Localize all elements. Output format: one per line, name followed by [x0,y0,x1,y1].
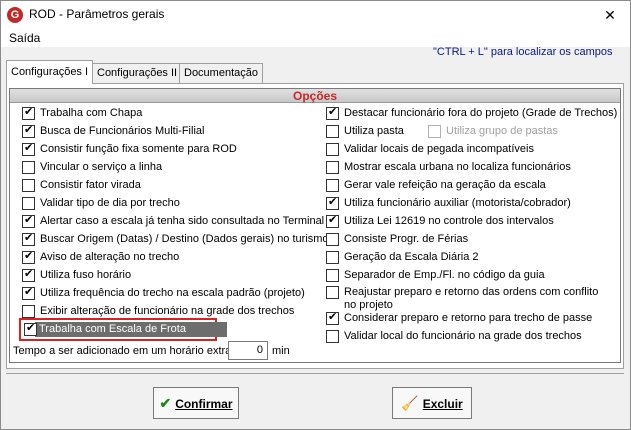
checkbox[interactable] [326,214,339,228]
checkbox[interactable] [22,250,35,264]
tab-configuracoes-1[interactable]: Configurações I [6,60,94,84]
checkbox[interactable] [22,286,35,300]
option-label: Buscar Origem (Datas) / Destino (Dados g… [40,233,329,245]
options-group-title: Opções [292,89,337,103]
checkbox[interactable] [326,161,339,174]
tab-documentacao[interactable]: Documentação [179,63,263,83]
extra-time-input[interactable]: 0 [228,341,268,360]
checkbox[interactable] [22,179,35,192]
confirm-button[interactable]: ✔ Confirmar [153,387,239,419]
checkbox[interactable] [428,125,441,138]
checkbox[interactable] [326,143,339,156]
app-logo-icon: G [7,7,23,23]
option-reajustar-preparo[interactable]: Reajustar preparo e retorno das ordens c… [326,285,616,313]
checkbox[interactable] [326,286,339,299]
options-group-header: Opções [10,89,620,103]
checkbox[interactable] [326,106,339,120]
option-label: Validar tipo de dia por trecho [40,197,180,209]
option-label: Utiliza frequência do trecho na escala p… [40,287,305,299]
checkbox[interactable] [22,197,35,210]
option-label: Separador de Emp./Fl. no código da guia [344,269,545,281]
dialog-window: G ROD - Parâmetros gerais ✕ Saída "CTRL … [0,0,631,430]
option-label: Consistir fator virada [40,179,141,191]
option-label: Gerar vale refeição na geração da escala [344,179,546,191]
checkbox[interactable] [22,142,35,156]
cancel-button-label: Excluir [422,397,463,411]
checkbox[interactable] [326,179,339,192]
menu-bar: Saída [1,29,630,47]
checkbox[interactable] [326,251,339,264]
checkbox[interactable] [24,322,37,336]
checkbox[interactable] [326,196,339,210]
option-label: Validar local do funcionário na grade do… [344,330,582,342]
checkbox[interactable] [22,214,35,228]
option-label: Alertar caso a escala já tenha sido cons… [40,215,325,227]
checkbox[interactable] [22,268,35,282]
option-label: Busca de Funcionários Multi-Filial [40,125,205,137]
option-label: Validar locais de pegada incompatíveis [344,143,534,155]
extra-time-label: Tempo a ser adicionado em um horário ext… [13,345,232,357]
checkbox[interactable] [22,124,35,138]
checkbox[interactable] [22,106,35,120]
extra-time-unit: min [272,345,290,357]
title-bar: G ROD - Parâmetros gerais ✕ [1,1,630,29]
option-label: Consiste Progr. de Férias [344,233,469,245]
button-panel [6,373,624,426]
checkbox[interactable] [22,232,35,246]
option-label: Considerar preparo e retorno para trecho… [344,312,593,324]
checkbox[interactable] [22,161,35,174]
checkbox[interactable] [326,311,339,325]
cancel-button[interactable]: 🧹 Excluir [392,387,472,419]
checkbox[interactable] [326,233,339,246]
option-label: Utiliza Lei 12619 no controle dos interv… [344,215,554,227]
option-label: Utiliza grupo de pastas [446,125,558,137]
option-label: Utiliza funcionário auxiliar (motorista/… [344,197,571,209]
close-button[interactable]: ✕ [590,1,630,29]
checkbox[interactable] [326,125,339,138]
checkbox[interactable] [326,269,339,282]
checkbox[interactable] [326,330,339,343]
option-label: Utiliza pasta [344,125,404,137]
search-hint: "CTRL + L" para localizar os campos [433,46,613,58]
tab-configuracoes-2[interactable]: Configurações II [92,63,183,83]
option-label: Aviso de alteração no trecho [40,251,180,263]
option-escala-frota[interactable]: Trabalha com Escala de Frota [19,318,227,341]
confirm-button-label: Confirmar [175,397,233,411]
menu-item-saida[interactable]: Saída [9,31,40,45]
checkbox[interactable] [22,305,35,318]
window-title: ROD - Parâmetros gerais [29,7,165,21]
option-label: Utiliza fuso horário [40,269,132,281]
broom-icon: 🧹 [401,395,419,411]
option-label: Exibir alteração de funcionário na grade… [40,305,295,317]
option-label: Mostrar escala urbana no localiza funcio… [344,161,571,173]
option-label: Reajustar preparo e retorno das ordens c… [344,286,599,311]
option-label: Trabalha com Escala de Frota [39,323,186,335]
option-label: Trabalha com Chapa [40,107,143,119]
option-label: Geração da Escala Diária 2 [344,251,479,263]
option-label: Destacar funcionário fora do projeto (Gr… [344,107,618,119]
option-label: Vincular o serviço a linha [40,161,163,173]
checkmark-icon: ✔ [159,395,172,411]
option-label: Consistir função fixa somente para ROD [40,143,237,155]
